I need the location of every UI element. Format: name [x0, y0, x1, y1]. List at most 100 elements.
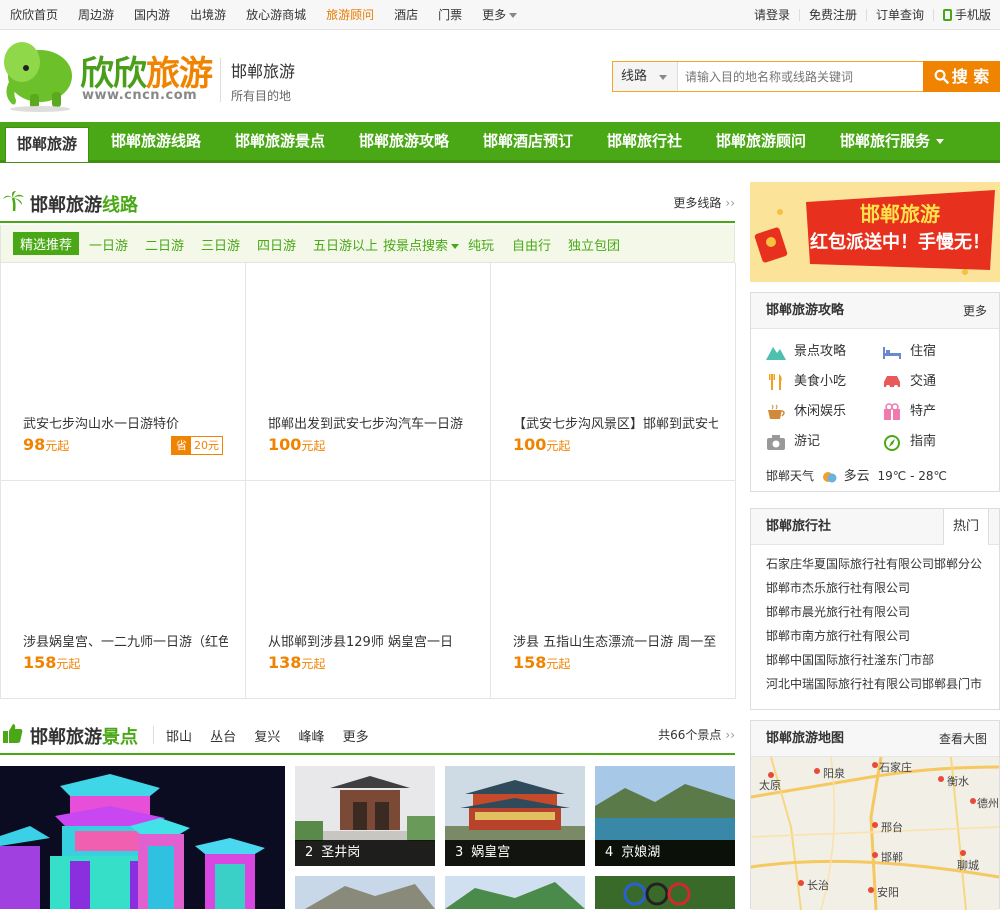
- guide-item-label: 住宿: [910, 344, 937, 359]
- spot-card[interactable]: [445, 876, 585, 909]
- tab-one-day[interactable]: 一日游: [89, 235, 128, 254]
- top-link-domestic[interactable]: 国内游: [124, 0, 180, 30]
- chevron-down-icon: [659, 75, 667, 80]
- city-switch[interactable]: 邯郸旅游 所有目的地: [220, 58, 295, 103]
- nav-item-home[interactable]: 邯郸旅游: [5, 127, 90, 162]
- spot-caption: 3 娲皇宫: [445, 840, 585, 866]
- top-link-outbound[interactable]: 出境游: [180, 0, 236, 30]
- scenic-tag[interactable]: 邯山: [166, 730, 192, 745]
- search-icon: [934, 69, 949, 84]
- guide-item-lodging[interactable]: 住宿: [882, 340, 936, 361]
- register-link[interactable]: 免费注册: [798, 9, 866, 21]
- region-map[interactable]: 石家庄 衡水 太原 阳泉 德州 邢台 邯郸 聊城 长治 安阳: [751, 757, 999, 910]
- agency-link[interactable]: 邯郸中国国际旅行社滏东门市部: [766, 651, 934, 668]
- agency-link[interactable]: 石家庄华夏国际旅行社有限公司邯郸分公: [766, 555, 982, 572]
- banner-line2: 红包派送中！手慢无！: [810, 232, 990, 253]
- top-link-nearby[interactable]: 周边游: [68, 0, 124, 30]
- nav-item-agency[interactable]: 邯郸旅行社: [607, 122, 682, 160]
- top-link-home[interactable]: 欣欣首页: [0, 0, 68, 30]
- tab-four-day[interactable]: 四日游: [257, 235, 296, 254]
- tab-featured[interactable]: 精选推荐: [13, 232, 80, 255]
- route-price-unit: 元起: [301, 657, 326, 671]
- spot-name: 京娘湖: [621, 845, 661, 860]
- guide-item-scenic[interactable]: 景点攻略: [766, 340, 846, 361]
- tab-free[interactable]: 自由行: [512, 235, 551, 254]
- scenic-tag[interactable]: 丛台: [210, 730, 236, 745]
- route-title[interactable]: 武安七步沟山水一日游特价: [23, 413, 228, 432]
- scenic-count-link[interactable]: 共66个景点 ››: [658, 726, 735, 743]
- route-price: 138元起: [268, 653, 325, 672]
- agency-link[interactable]: 邯郸市杰乐旅行社有限公司: [766, 579, 910, 596]
- nav-item-guide[interactable]: 邯郸旅游攻略: [359, 122, 449, 160]
- route-title[interactable]: 涉县 五指山生态漂流一日游 周一至: [513, 631, 718, 650]
- top-link-advisor[interactable]: 旅游顾问: [316, 0, 384, 30]
- search-input[interactable]: [679, 62, 923, 91]
- top-link-hotel[interactable]: 酒店: [384, 0, 428, 30]
- route-title[interactable]: 【武安七步沟风景区】邯郸到武安七: [513, 413, 718, 432]
- map-city-dots: [768, 762, 976, 893]
- red-packet-banner[interactable]: 邯郸旅游 红包派送中！手慢无！: [750, 182, 1000, 282]
- top-link-tickets[interactable]: 门票: [428, 0, 472, 30]
- route-card[interactable]: 涉县娲皇宫、一二九师一日游（红色 158元起: [1, 481, 246, 699]
- route-title[interactable]: 邯郸出发到武安七步沟汽车一日游: [268, 413, 473, 432]
- guide-item-leisure[interactable]: 休闲娱乐: [766, 400, 846, 421]
- featured-spot-image[interactable]: [0, 766, 285, 909]
- scenic-tag-more[interactable]: 更多: [343, 730, 369, 745]
- guide-item-travelogue[interactable]: 游记: [766, 430, 820, 451]
- tab-two-day[interactable]: 二日游: [145, 235, 184, 254]
- nav-item-routes[interactable]: 邯郸旅游线路: [111, 122, 201, 160]
- route-title[interactable]: 涉县娲皇宫、一二九师一日游（红色: [23, 631, 228, 650]
- spot-card[interactable]: [295, 876, 435, 909]
- login-link[interactable]: 请登录: [745, 9, 799, 21]
- nav-item-service[interactable]: 邯郸旅行服务: [840, 122, 945, 160]
- more-routes-link[interactable]: 更多线路 ››: [673, 194, 735, 211]
- mobile-link[interactable]: 手机版: [932, 8, 1000, 22]
- route-price-unit: 元起: [56, 657, 81, 671]
- top-links: 欣欣首页 周边游 国内游 出境游 放心游商城 旅游顾问 酒店 门票 更多: [0, 0, 527, 30]
- user-links: 请登录 免费注册 订单查询 手机版: [745, 0, 1000, 30]
- route-card[interactable]: 邯郸出发到武安七步沟汽车一日游 100元起: [246, 263, 491, 481]
- spot-card[interactable]: 3 娲皇宫: [445, 766, 585, 866]
- spot-image: [295, 876, 435, 909]
- guide-item-food[interactable]: 美食小吃: [766, 370, 846, 391]
- tab-hot[interactable]: 热门: [943, 509, 989, 545]
- top-link-more[interactable]: 更多: [472, 0, 527, 30]
- guide-item-guide[interactable]: 指南: [882, 430, 936, 451]
- scenic-tag[interactable]: 复兴: [254, 730, 280, 745]
- search-button[interactable]: 搜 索: [923, 61, 1000, 92]
- scenic-tags: 邯山 丛台 复兴 峰峰 更多: [153, 726, 369, 745]
- weather-row: 邯郸天气 多云 19℃ - 28℃: [766, 465, 947, 484]
- nav-item-hotel[interactable]: 邯郸酒店预订: [483, 122, 573, 160]
- top-link-mall[interactable]: 放心游商城: [236, 0, 316, 30]
- search-type-select[interactable]: 线路: [613, 62, 678, 91]
- route-card[interactable]: 从邯郸到涉县129师 娲皇宫一日 138元起: [246, 481, 491, 699]
- agency-link[interactable]: 邯郸市晨光旅行社有限公司: [766, 603, 910, 620]
- nav-item-advisor[interactable]: 邯郸旅游顾问: [716, 122, 806, 160]
- site-logo[interactable]: 欣欣旅游 www.cncn.com: [0, 32, 215, 112]
- route-price-unit: 元起: [546, 439, 571, 453]
- tab-five-plus-day[interactable]: 五日游以上: [313, 235, 378, 254]
- order-query-link[interactable]: 订单查询: [865, 9, 933, 21]
- agency-link[interactable]: 邯郸市南方旅行社有限公司: [766, 627, 910, 644]
- spot-card[interactable]: 2 圣井岗: [295, 766, 435, 866]
- tab-private[interactable]: 独立包团: [568, 235, 620, 254]
- guide-item-specialty[interactable]: 特产: [882, 400, 936, 421]
- spot-card[interactable]: 4 京娘湖: [595, 766, 735, 866]
- route-title[interactable]: 从邯郸到涉县129师 娲皇宫一日: [268, 631, 473, 650]
- map-enlarge-link[interactable]: 查看大图: [939, 721, 987, 757]
- route-card[interactable]: 武安七步沟山水一日游特价 98元起 省 20元: [1, 263, 246, 481]
- route-card[interactable]: 【武安七步沟风景区】邯郸到武安七 100元起: [491, 263, 736, 481]
- guide-item-transport[interactable]: 交通: [882, 370, 936, 391]
- scenic-title: 邯郸旅游景点: [30, 723, 138, 749]
- route-card[interactable]: 涉县 五指山生态漂流一日游 周一至 158元起: [491, 481, 736, 699]
- tab-pure[interactable]: 纯玩: [468, 235, 494, 254]
- agency-link[interactable]: 河北中瑞国际旅行社有限公司邯郸县门市: [766, 675, 982, 692]
- nav-item-scenic[interactable]: 邯郸旅游景点: [235, 122, 325, 160]
- cloudy-weather-icon: [822, 471, 837, 482]
- guide-more-link[interactable]: 更多: [963, 293, 987, 329]
- scenic-tag[interactable]: 峰峰: [298, 730, 324, 745]
- spot-card[interactable]: [595, 876, 735, 909]
- tab-three-day[interactable]: 三日游: [201, 235, 240, 254]
- tab-by-spot[interactable]: 按景点搜索: [383, 235, 460, 254]
- spot-number: 4: [605, 845, 614, 860]
